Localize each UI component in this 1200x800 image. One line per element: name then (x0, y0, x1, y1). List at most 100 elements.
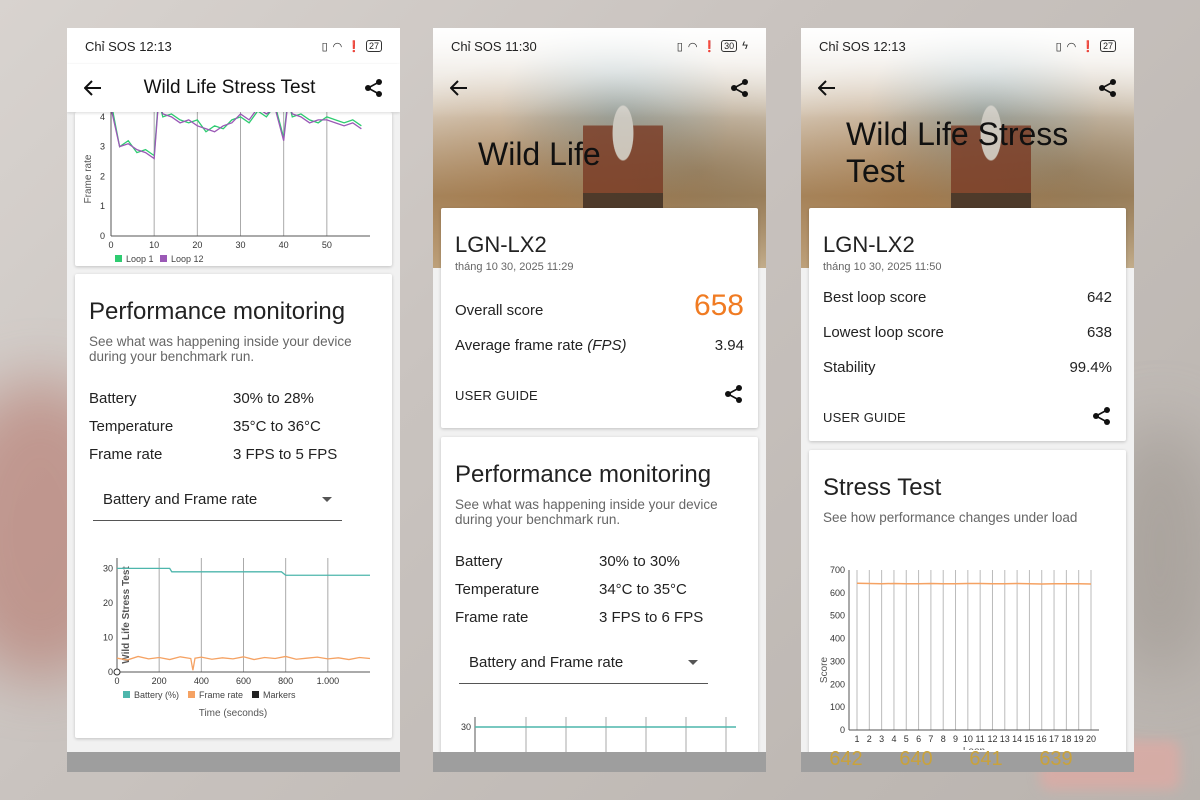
chart-type-dropdown[interactable]: Battery and Frame rate (93, 491, 342, 521)
battery-framerate-chart: 30 20 10 00 200 400 600 800 1.000 Wild Life Stres… (103, 558, 371, 719)
share-icon[interactable] (362, 76, 386, 100)
stat-label: Temperature (89, 418, 174, 435)
device-name: LGN-LX2 (455, 232, 547, 257)
chart-type-dropdown[interactable]: Battery and Frame rate (459, 654, 708, 684)
x-tick-label: 20 (1086, 734, 1096, 744)
battery-icon: 27 (365, 40, 382, 52)
stat-row: Battery 30% to 30% (455, 553, 744, 570)
y-tick-label: 2 (100, 171, 105, 181)
section-title: Stress Test (823, 474, 942, 501)
carrier-text: Chỉ SOS (85, 38, 136, 54)
user-guide-row: USER GUIDE (455, 384, 744, 407)
loop-score: 639 (1039, 748, 1073, 770)
stat-label: Battery (455, 553, 503, 570)
fps-row: Average frame rate (FPS) 3.94 (455, 337, 744, 354)
y-axis-title: Score (819, 657, 830, 684)
navigation-bar (67, 752, 400, 772)
back-arrow-icon[interactable] (81, 76, 105, 100)
x-tick-label: 12 (987, 734, 997, 744)
legend-label: Loop 12 (171, 254, 204, 264)
y-tick-label: 0 (100, 231, 105, 241)
x-tick-label: 800 (278, 676, 293, 686)
y-tick-label: 400 (830, 634, 845, 644)
carrier-text: Chỉ SOS (451, 38, 502, 54)
status-icons: ▯ ◠ ❗ 27 (322, 40, 382, 53)
x-tick-label: 16 (1037, 734, 1047, 744)
stat-value: 3 FPS to 6 FPS (599, 609, 704, 626)
vibrate-icon: ▯ (1055, 40, 1062, 53)
clock: 12:13 (873, 38, 906, 54)
status-bar: Chỉ SOS 12:13 ▯ ◠ ❗ 27 (67, 28, 400, 64)
legend-swatch (188, 691, 195, 698)
clock: 11:30 (505, 38, 537, 54)
user-guide-link[interactable]: USER GUIDE (455, 388, 538, 403)
charging-icon: ϟ (742, 40, 748, 52)
x-tick-label: 14 (1012, 734, 1022, 744)
stat-row: Temperature 35°C to 36°C (89, 418, 378, 435)
y-tick-label: 30 (103, 563, 113, 573)
y-tick-label: 300 (830, 656, 845, 666)
section-subtitle: See what was happening inside your devic… (89, 334, 352, 364)
stat-row: Frame rate 3 FPS to 6 FPS (455, 609, 744, 626)
y-tick-label: 600 (830, 588, 845, 598)
y-tick-label: 30 (461, 722, 471, 732)
back-arrow-icon[interactable] (447, 76, 471, 100)
x-tick-label: 1.000 (317, 676, 340, 686)
y-tick-label: 100 (830, 702, 845, 712)
x-tick-label: 7 (928, 734, 933, 744)
series-line-score (856, 582, 1092, 585)
share-icon[interactable] (1096, 76, 1120, 100)
dropdown-value: Battery and Frame rate (103, 491, 258, 508)
share-icon[interactable] (728, 76, 752, 100)
vibrate-icon: ▯ (321, 40, 328, 53)
x-tick-label: 10 (149, 240, 159, 250)
stat-row: Stability 99.4% (823, 359, 1112, 376)
y-axis-title: Wild Life Stress Test (121, 566, 132, 664)
section-title: Performance monitoring (455, 461, 712, 488)
chevron-down-icon (688, 660, 698, 665)
legend-swatch (252, 691, 259, 698)
marker-dot (113, 668, 121, 676)
back-arrow-icon[interactable] (815, 76, 839, 100)
x-tick-label: 3 (879, 734, 884, 744)
x-tick-label: 9 (953, 734, 958, 744)
x-tick-label: 0 (114, 676, 119, 686)
y-tick-label: 20 (103, 598, 113, 608)
stat-value: 35°C to 36°C (233, 418, 321, 435)
loop-score: 641 (969, 748, 1003, 770)
app-bar (433, 64, 766, 112)
share-icon[interactable] (1092, 406, 1112, 429)
hero-title: Wild Life (478, 136, 601, 172)
x-tick-label: 6 (916, 734, 921, 744)
stat-label: Stability (823, 359, 876, 376)
stat-value: 3 FPS to 5 FPS (233, 446, 338, 463)
user-guide-link[interactable]: USER GUIDE (823, 410, 906, 425)
vibrate-icon: ▯ (676, 40, 683, 53)
x-tick-label: 0 (108, 240, 113, 250)
x-tick-label: 40 (279, 240, 289, 250)
legend-label: Loop 1 (126, 254, 154, 264)
result-card: LGN-LX2 tháng 10 30, 2025 11:50 Best loo… (809, 208, 1126, 441)
phone-screen-1: Chỉ SOS 12:13 ▯ ◠ ❗ 27 Wild Life Stress … (67, 28, 400, 772)
stress-test-score-chart: 70060050040030020010001 2 3 4 5 6 7 8 9 10 11 12 13 1… (819, 565, 1099, 750)
legend-swatch (123, 691, 130, 698)
clock: 12:13 (139, 38, 172, 54)
x-tick-label: 18 (1061, 734, 1071, 744)
x-tick-label: 11 (975, 734, 984, 744)
app-bar: Wild Life Stress Test (67, 64, 400, 112)
y-tick-label: 3 (100, 142, 105, 152)
stat-label: Temperature (455, 581, 540, 598)
stat-row: Frame rate 3 FPS to 5 FPS (89, 446, 378, 463)
y-tick-label: 0 (108, 667, 113, 677)
test-date: tháng 10 30, 2025 11:29 (455, 261, 574, 273)
legend-label: Markers (263, 690, 296, 700)
phone-screen-2: Wild Life Chỉ SOS 11:30 ▯ ◠ ❗ 30 ϟ LGN-L… (433, 28, 766, 772)
y-axis-title: Frame rate (83, 154, 94, 203)
share-icon[interactable] (724, 384, 744, 407)
status-icons: ▯ ◠ ❗ 27 (1056, 40, 1116, 53)
wifi-icon: ◠ (332, 40, 343, 53)
x-tick-label: 2 (867, 734, 872, 744)
section-subtitle: See what was happening inside your devic… (455, 497, 718, 527)
battery-icon: 30 (721, 40, 738, 52)
page-title: Wild Life Stress Test (143, 77, 316, 98)
